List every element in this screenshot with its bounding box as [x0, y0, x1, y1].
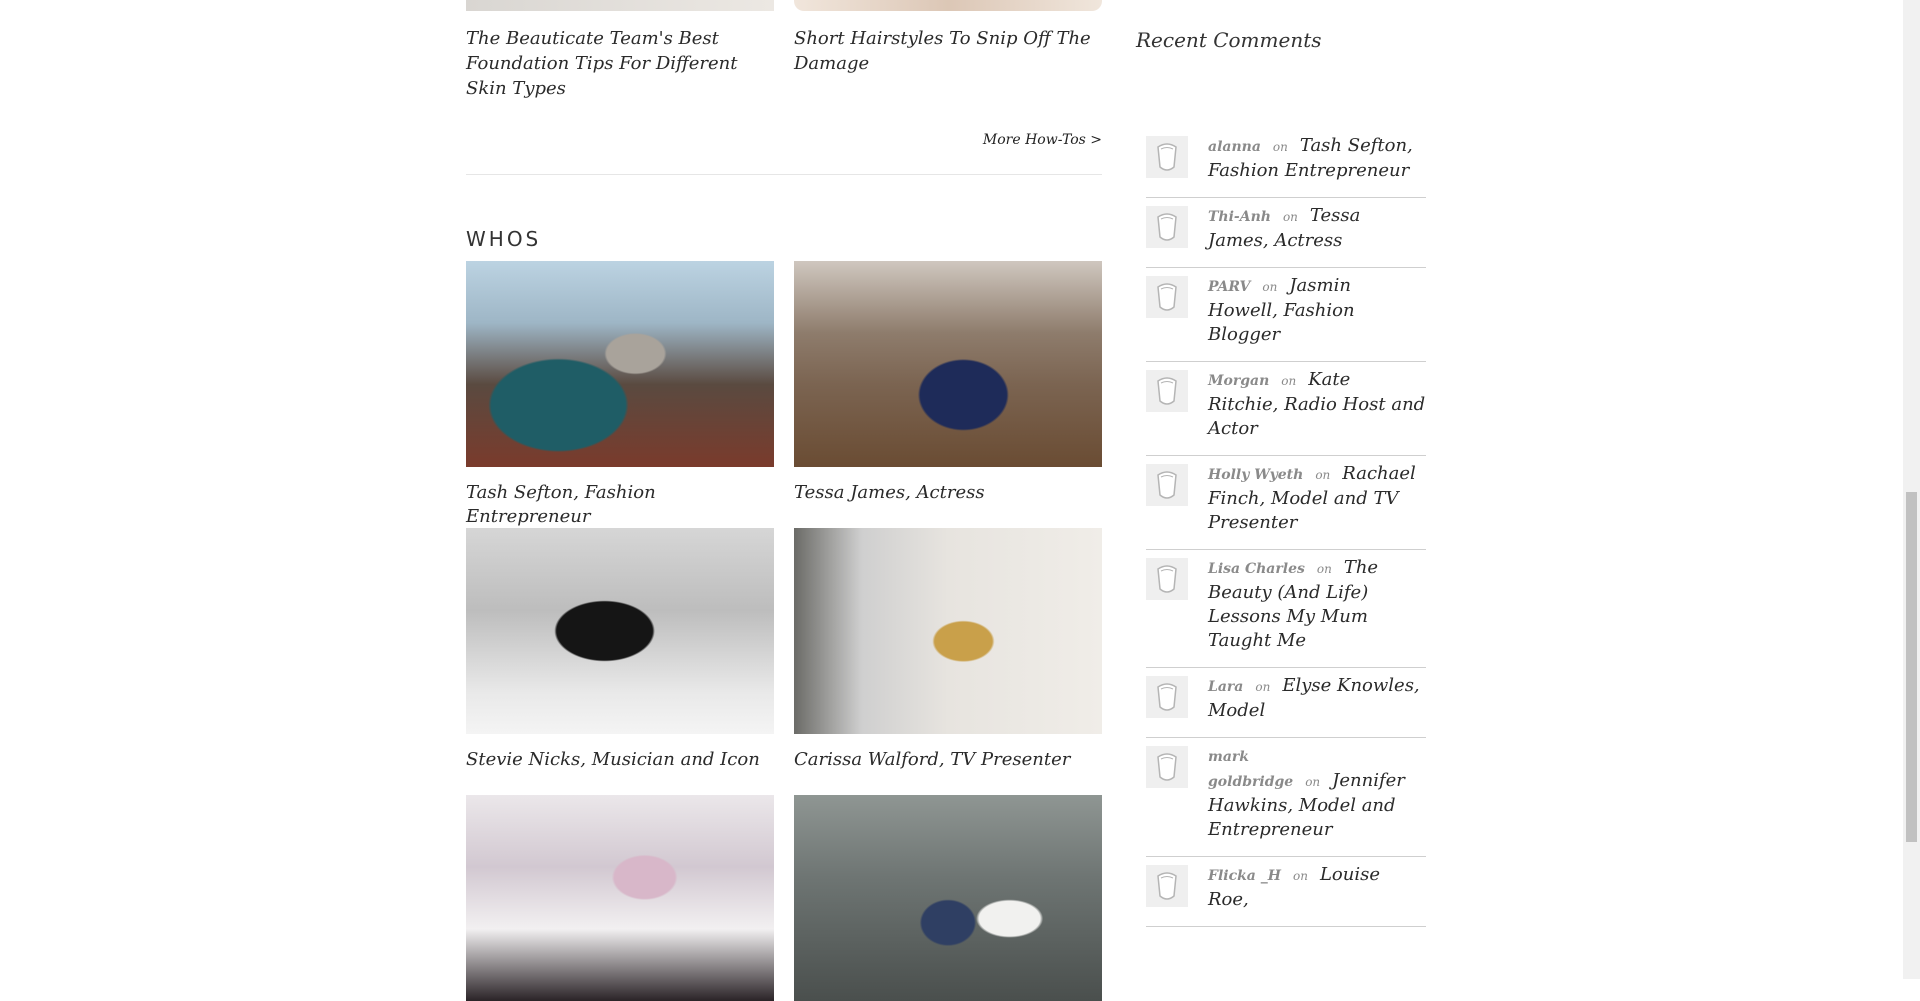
comment-author: mark goldbridge	[1208, 749, 1294, 790]
whos-card[interactable]: Tessa James, Actress	[794, 261, 1102, 505]
whos-photo[interactable]	[794, 528, 1102, 734]
whos-caption-link[interactable]: Stevie Nicks, Musician and Icon	[466, 748, 774, 772]
on-label: on	[1316, 562, 1332, 576]
whos-card[interactable]: Stevie Nicks, Musician and Icon	[466, 528, 774, 772]
comment-item: Flicka _H on Louise Roe,	[1146, 857, 1426, 927]
scrollbar-thumb[interactable]	[1906, 492, 1917, 842]
comment-author: Lara	[1208, 679, 1244, 695]
comment-item: Lisa Charles on The Beauty (And Life) Less…	[1146, 550, 1426, 668]
whos-photo[interactable]	[466, 795, 774, 1001]
on-label: on	[1262, 280, 1278, 294]
whos-photo[interactable]	[794, 261, 1102, 467]
on-label: on	[1255, 680, 1271, 694]
whos-card[interactable]: Tash Sefton, Fashion Entrepreneur	[466, 261, 774, 529]
section-divider	[466, 174, 1102, 175]
comment-author: Morgan	[1208, 373, 1270, 389]
comment-item: Holly Wyeth on Rachael Finch, Model and TV…	[1146, 456, 1426, 550]
whos-caption-link[interactable]: Carissa Walford, TV Presenter	[794, 748, 1102, 772]
comment-author: PARV	[1208, 279, 1251, 295]
default-avatar-icon	[1146, 464, 1188, 506]
recent-comments-heading: Recent Comments	[1136, 28, 1322, 52]
comment-author: Flicka _H	[1208, 868, 1281, 884]
whos-photo[interactable]	[794, 795, 1102, 1001]
howto-title-link[interactable]: The Beauticate Team's Best Foundation Ti…	[466, 26, 766, 101]
comment-item: PARV on Jasmin Howell, Fashion Blogger	[1146, 268, 1426, 362]
howto-thumbnail-1[interactable]	[466, 0, 774, 11]
default-avatar-icon	[1146, 558, 1188, 600]
whos-photo[interactable]	[466, 528, 774, 734]
howto-thumbnail-2[interactable]	[794, 0, 1102, 11]
default-avatar-icon	[1146, 276, 1188, 318]
section-heading-whos: WHOS	[466, 227, 542, 251]
default-avatar-icon	[1146, 136, 1188, 178]
whos-caption-link[interactable]: Tash Sefton, Fashion Entrepreneur	[466, 481, 774, 529]
default-avatar-icon	[1146, 370, 1188, 412]
recent-comments-list: alanna on Tash Sefton, Fashion Entrepreneu…	[1146, 128, 1426, 927]
default-avatar-icon	[1146, 746, 1188, 788]
default-avatar-icon	[1146, 676, 1188, 718]
comment-author: alanna	[1208, 139, 1261, 155]
on-label: on	[1315, 468, 1331, 482]
whos-card[interactable]	[466, 795, 774, 1001]
default-avatar-icon	[1146, 865, 1188, 907]
comment-item: Lara on Elyse Knowles, Model	[1146, 668, 1426, 738]
comment-item: mark goldbridge on Jennifer Hawkins, Model…	[1146, 738, 1426, 857]
default-avatar-icon	[1146, 206, 1188, 248]
page-scrollbar[interactable]	[1903, 0, 1920, 979]
on-label: on	[1282, 210, 1298, 224]
whos-caption-link[interactable]: Tessa James, Actress	[794, 481, 1102, 505]
whos-photo[interactable]	[466, 261, 774, 467]
comment-item: Morgan on Kate Ritchie, Radio Host and Act…	[1146, 362, 1426, 456]
comment-item: Thi-Anh on Tessa James, Actress	[1146, 198, 1426, 268]
on-label: on	[1272, 140, 1288, 154]
on-label: on	[1292, 869, 1308, 883]
comment-author: Thi-Anh	[1208, 209, 1271, 225]
whos-card[interactable]	[794, 795, 1102, 1001]
more-howtos-link[interactable]: More How-Tos >	[983, 132, 1102, 148]
comment-item: alanna on Tash Sefton, Fashion Entrepreneu…	[1146, 128, 1426, 198]
whos-card[interactable]: Carissa Walford, TV Presenter	[794, 528, 1102, 772]
on-label: on	[1305, 775, 1321, 789]
howto-title-link[interactable]: Short Hairstyles To Snip Off The Damage	[794, 26, 1094, 76]
comment-author: Lisa Charles	[1208, 561, 1305, 577]
on-label: on	[1281, 374, 1297, 388]
comment-author: Holly Wyeth	[1208, 467, 1304, 483]
